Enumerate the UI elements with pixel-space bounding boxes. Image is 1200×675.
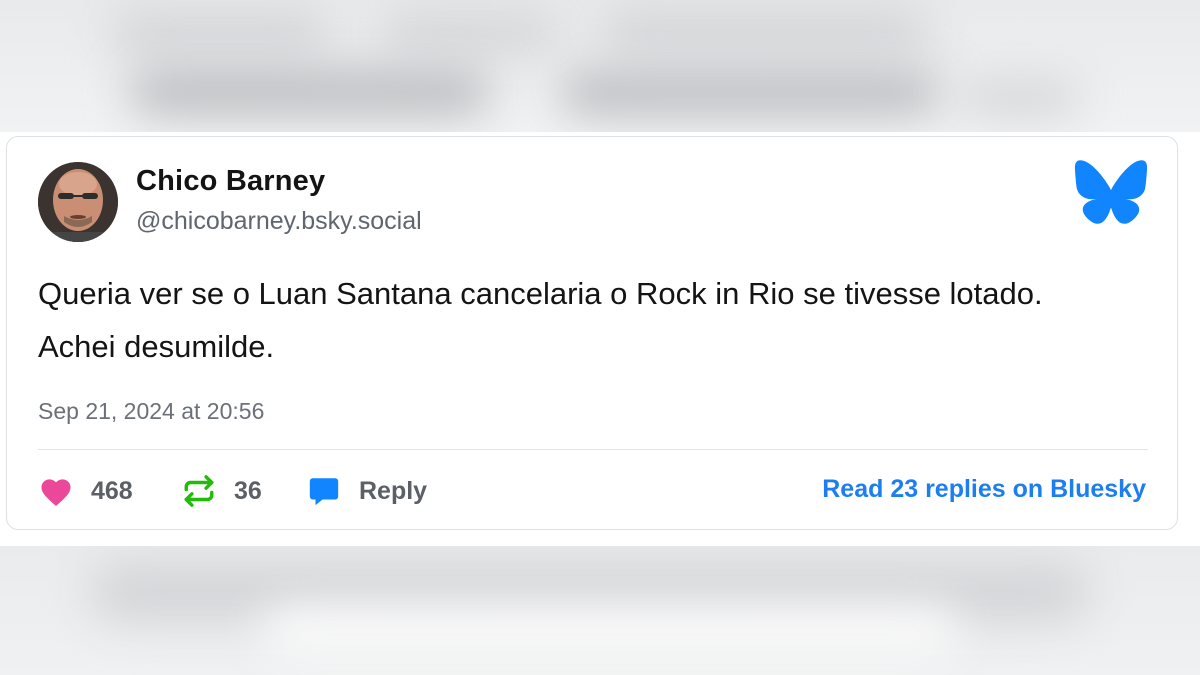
heart-icon bbox=[38, 475, 74, 507]
like-count: 468 bbox=[91, 476, 133, 505]
like-button[interactable]: 468 bbox=[38, 471, 133, 511]
reply-button[interactable]: Reply bbox=[306, 471, 427, 511]
divider bbox=[38, 449, 1148, 450]
post-text: Queria ver se o Luan Santana cancelaria … bbox=[38, 267, 1158, 373]
post-text-line: Achei desumilde. bbox=[38, 329, 275, 364]
reply-label: Reply bbox=[359, 476, 428, 505]
read-replies-link[interactable]: Read 23 replies on Bluesky bbox=[822, 475, 1146, 504]
post-timestamp[interactable]: Sep 21, 2024 at 20:56 bbox=[38, 398, 264, 425]
repost-icon bbox=[181, 474, 217, 508]
repost-count: 36 bbox=[234, 476, 262, 505]
bluesky-butterfly-icon[interactable] bbox=[1073, 159, 1149, 225]
page: Chico Barney @chicobarney.bsky.social Qu… bbox=[0, 0, 1200, 675]
repost-button[interactable]: 36 bbox=[181, 471, 262, 511]
avatar[interactable] bbox=[38, 162, 118, 242]
post-text-line: Queria ver se o Luan Santana cancelaria … bbox=[38, 276, 1043, 311]
author-handle[interactable]: @chicobarney.bsky.social bbox=[136, 207, 422, 236]
blurred-background-bottom bbox=[0, 546, 1200, 675]
blurred-background-top bbox=[0, 0, 1200, 132]
speech-bubble-icon bbox=[306, 474, 342, 508]
author-display-name[interactable]: Chico Barney bbox=[136, 165, 325, 198]
bluesky-post-card: Chico Barney @chicobarney.bsky.social Qu… bbox=[6, 136, 1178, 530]
